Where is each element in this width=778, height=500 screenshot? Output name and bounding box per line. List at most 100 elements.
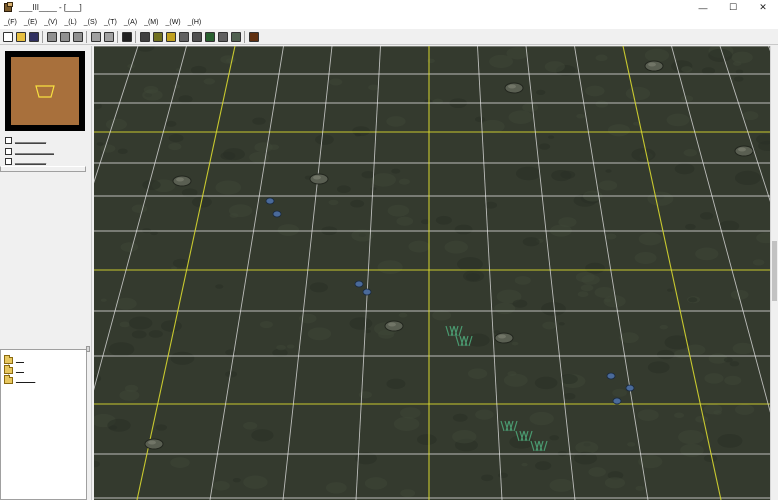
test-map-icon [248,31,259,42]
redo-button[interactable] [103,31,115,43]
ground-texture [674,163,695,175]
unit-palette-icon [178,31,189,42]
ground-texture [733,76,744,82]
ground-texture [299,313,317,324]
menu-tools[interactable]: _(T) [101,19,120,26]
ground-texture [336,185,351,193]
cut-button[interactable] [46,31,58,43]
ground-texture [393,416,420,431]
sound-palette-icon [165,31,176,42]
scrollbar-thumb[interactable] [772,241,777,301]
ground-texture [585,262,605,274]
maximize-button[interactable]: ☐ [718,0,748,15]
copy-button[interactable] [59,31,71,43]
ground-texture [364,477,388,490]
select-region-button[interactable] [121,31,133,43]
tree-item[interactable]: _____ [4,374,36,384]
ground-texture [232,478,241,483]
object-editor-button[interactable] [217,31,229,43]
ground-texture [396,216,414,226]
unit-palette-button[interactable] [178,31,190,43]
ground-texture [719,220,740,232]
title-bar[interactable]: ___III____ - [___] — ☐ ✕ [0,0,778,15]
ground-texture [432,310,452,321]
paste-button[interactable] [72,31,84,43]
ground-texture [358,391,372,399]
app-icon[interactable] [3,2,14,13]
ground-texture [254,142,273,153]
ground-texture [354,133,361,137]
minimap[interactable] [5,51,85,131]
option-row-2[interactable]: __________ [5,147,54,156]
option-checkbox-1[interactable] [5,137,12,144]
ground-texture [607,124,631,137]
palette-tree[interactable]: __ __ _____ [0,346,90,500]
ground-texture [386,116,406,127]
ground-texture [735,69,744,74]
menu-help[interactable]: _(H) [185,19,205,26]
ground-texture [544,61,565,73]
menu-file[interactable]: _(F) [1,19,20,26]
menu-advanced[interactable]: _(A) [121,19,140,26]
ground-texture [119,321,130,328]
new-icon [2,31,13,42]
panel-divider[interactable] [0,166,86,172]
tree-item[interactable]: __ [4,364,24,374]
ground-texture [178,95,193,104]
option-checkbox-2[interactable] [5,148,12,155]
ground-texture [481,119,505,133]
vertical-scrollbar[interactable] [770,46,778,500]
cut-icon [46,31,57,42]
ground-texture [534,376,558,390]
stone-doodad [354,280,364,288]
ground-texture [328,199,339,206]
menu-scenario[interactable]: _(S) [81,19,100,26]
menu-edit[interactable]: _(E) [21,19,40,26]
ground-texture [695,247,719,261]
save-button[interactable] [28,31,40,43]
menu-module[interactable]: _(M) [141,19,161,26]
ground-texture [732,61,742,66]
open-button[interactable] [15,31,27,43]
option-row-1[interactable]: ________ [5,136,47,145]
new-button[interactable] [2,31,14,43]
tree-item-label: __ [16,366,24,373]
sound-palette-button[interactable] [165,31,177,43]
minimize-button[interactable]: — [688,0,718,15]
ground-texture [558,322,565,326]
doodad-palette-button[interactable] [152,31,164,43]
ground-texture [377,260,403,275]
paste-icon [72,31,83,42]
stone-doodad [612,397,622,405]
ground-texture [699,212,714,220]
map-viewport[interactable] [94,46,770,500]
option-row-3[interactable]: ________ [5,157,47,166]
ground-texture [708,48,733,62]
ground-texture [598,180,618,191]
terrain-palette-button[interactable] [139,31,151,43]
ground-texture [605,169,612,173]
option-label-2: __________ [15,147,54,155]
option-checkbox-3[interactable] [5,158,12,165]
world-editor-window: ___III____ - [___] — ☐ ✕ _(F) _(E) _(V) … [0,0,778,500]
ground-texture [522,237,540,247]
ground-texture [703,404,723,415]
tree-item[interactable]: __ [4,354,24,364]
menu-window[interactable]: _(W) [162,19,183,26]
toolbar-separator [86,30,87,43]
ground-texture [165,120,177,127]
close-button[interactable]: ✕ [748,0,778,15]
ground-texture [172,258,190,268]
test-map-button[interactable] [248,31,260,43]
tree-resize-handle[interactable] [86,346,90,352]
trigger-editor-button[interactable] [230,31,242,43]
minimap-camera-frame [35,85,55,98]
terrain-canvas[interactable] [94,46,770,500]
undo-button[interactable] [90,31,102,43]
ground-texture [120,242,139,252]
camera-palette-button[interactable] [191,31,203,43]
ground-texture [307,327,332,341]
region-palette-button[interactable] [204,31,216,43]
menu-layer[interactable]: _(L) [61,19,79,26]
menu-view[interactable]: _(V) [41,19,60,26]
